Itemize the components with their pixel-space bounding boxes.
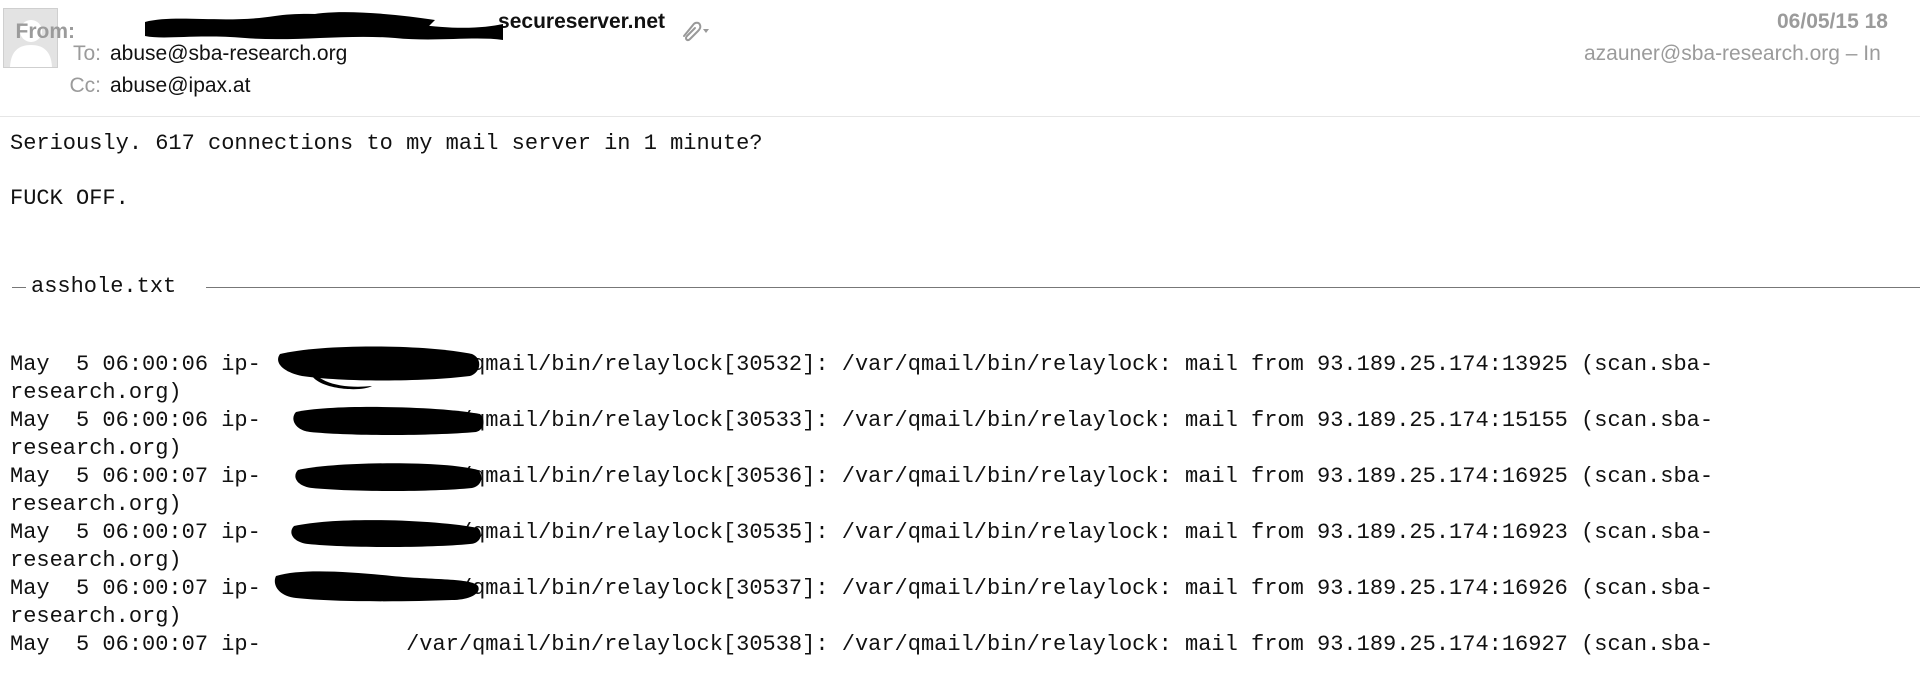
log-line: May 5 06:00:07 ip- /var/qmail/bin/relayl…: [10, 520, 1714, 545]
to-label: To:: [72, 42, 101, 65]
attachment-divider: asshole.txt: [12, 274, 1920, 300]
divider-rule-left: [12, 287, 26, 288]
log-line-continuation: research.org): [10, 548, 182, 573]
cc-row: Cc: abuse@ipax.at: [43, 74, 251, 98]
from-row: From: secureserver.net: [0, 10, 711, 44]
recipient-account: azauner@sba-research.org – In: [1584, 42, 1881, 65]
message-date: 06/05/15 18: [1777, 10, 1888, 33]
message-header: From: secureserver.net To: abuse@sba-res…: [0, 0, 1920, 117]
body-line-2: FUCK OFF.: [10, 186, 129, 211]
log-line: May 5 06:00:07 ip- /var/qmail/bin/relayl…: [10, 576, 1714, 601]
ip-redaction: [278, 346, 480, 390]
sender-address[interactable]: secureserver.net: [75, 10, 665, 40]
log-line-continuation: research.org): [10, 604, 182, 629]
from-label: From:: [15, 20, 76, 43]
attachment-paperclip-icon[interactable]: [679, 20, 711, 47]
log-entry: May 5 06:00:07 ip- /var/qmail/bin/relayl…: [10, 463, 1920, 520]
log-entry: May 5 06:00:07 ip- /var/qmail/bin/relayl…: [10, 571, 1920, 632]
log-entry: May 5 06:00:06 ip- /var/qmail/bin/relayl…: [10, 346, 1920, 408]
ip-redaction: [295, 463, 482, 491]
cc-address[interactable]: abuse@ipax.at: [110, 74, 250, 98]
log-line: May 5 06:00:06 ip- /var/qmail/bin/relayl…: [10, 408, 1714, 433]
ip-redaction: [291, 520, 481, 547]
log-line: May 5 06:00:07 ip- /var/qmail/bin/relayl…: [10, 632, 1714, 657]
to-address[interactable]: abuse@sba-research.org: [110, 42, 347, 66]
log-line: May 5 06:00:07 ip- /var/qmail/bin/relayl…: [10, 464, 1714, 489]
sender-domain: secureserver.net: [498, 10, 665, 33]
log-line-continuation: research.org): [10, 492, 182, 517]
log-line-continuation: research.org): [10, 380, 182, 405]
log-entry-partial: May 5 06:00:07 ip- /var/qmail/bin/relayl…: [10, 632, 1920, 688]
cc-label: Cc:: [69, 74, 102, 97]
log-line-continuation: research.org): [10, 436, 182, 461]
sender-redaction: [145, 12, 503, 40]
log-entry: May 5 06:00:06 ip- /var/qmail/bin/relayl…: [10, 406, 1920, 464]
ip-redaction: [293, 406, 484, 435]
to-row: To: abuse@sba-research.org: [43, 42, 347, 66]
log-line: May 5 06:00:06 ip- /var/qmail/bin/relayl…: [10, 352, 1714, 377]
attachment-log: May 5 06:00:06 ip- /var/qmail/bin/relayl…: [10, 346, 1920, 688]
attachment-name[interactable]: asshole.txt: [31, 274, 176, 299]
divider-rule-right: [206, 287, 1920, 288]
body-line-1: Seriously. 617 connections to my mail se…: [10, 131, 763, 156]
ip-redaction: [274, 571, 479, 602]
